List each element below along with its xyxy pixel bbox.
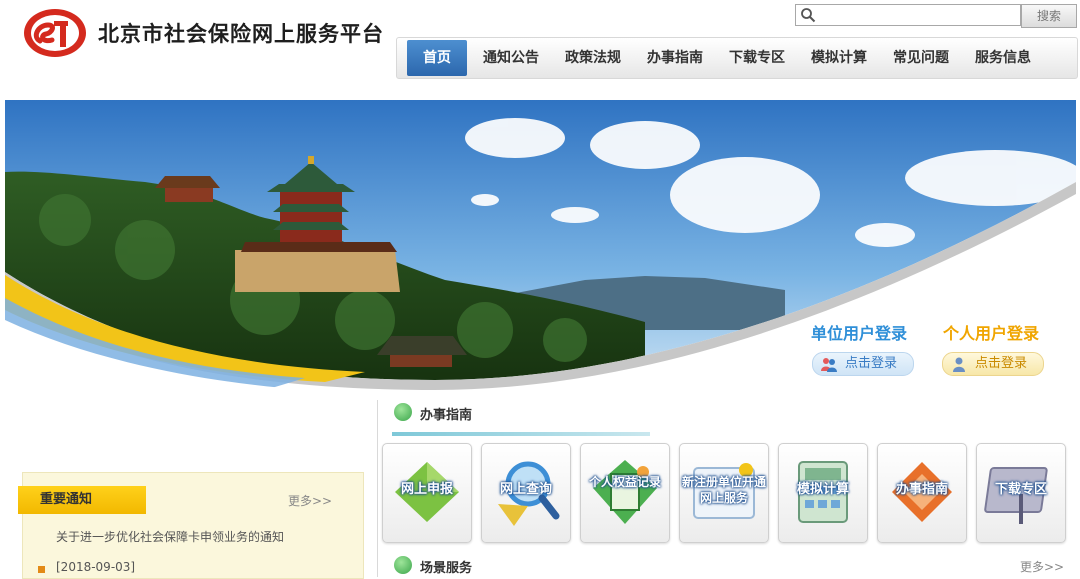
unit-login-title[interactable]: 单位用户登录 — [811, 320, 907, 344]
nav-item-downloads[interactable]: 下载专区 — [717, 40, 797, 76]
search-box — [795, 4, 1021, 26]
notice-tab[interactable]: 重要通知 — [18, 486, 146, 514]
notice-more-link[interactable]: 更多>> — [288, 492, 332, 509]
person-login-button-label: 点击登录 — [975, 356, 1028, 371]
search-icon — [801, 8, 816, 23]
scene-more-link[interactable]: 更多>> — [1020, 558, 1064, 575]
nav-item-calculator[interactable]: 模拟计算 — [799, 40, 879, 76]
search-input[interactable] — [820, 6, 1018, 24]
guide-section-title: 办事指南 — [420, 408, 473, 423]
tile-label: 新注册单位开通网上服务 — [681, 475, 766, 505]
nav-item-guide[interactable]: 办事指南 — [635, 40, 715, 76]
user-icon — [953, 357, 965, 372]
section-bullet-icon — [394, 556, 412, 574]
tile-download-zone[interactable]: 下载专区 — [976, 443, 1066, 543]
tile-online-declare[interactable]: 网上申报 — [382, 443, 472, 543]
notice-bullet-icon — [38, 566, 45, 573]
notice-item-date: [2018-09-03] — [56, 560, 136, 574]
header: 北京市社会保险网上服务平台 搜索 首页 通知公告 政策法规 办事指南 下载专区 … — [0, 0, 1080, 96]
tile-label: 办事指南 — [895, 482, 948, 497]
si-logo[interactable] — [22, 7, 88, 59]
users-icon — [821, 358, 837, 372]
site-title: 北京市社会保险网上服务平台 — [98, 21, 384, 46]
person-login-title[interactable]: 个人用户登录 — [943, 320, 1039, 344]
scene-section-title: 场景服务 — [420, 561, 473, 576]
section-bullet-icon — [394, 403, 412, 421]
tile-label: 网上查询 — [499, 482, 552, 497]
person-login-button[interactable]: 点击登录 — [942, 352, 1044, 376]
tile-label: 模拟计算 — [796, 482, 849, 497]
tile-new-unit-register[interactable]: 新注册单位开通网上服务 — [679, 443, 769, 543]
search-button[interactable]: 搜索 — [1021, 4, 1077, 28]
nav-item-policies[interactable]: 政策法规 — [553, 40, 633, 76]
main-nav: 首页 通知公告 政策法规 办事指南 下载专区 模拟计算 常见问题 服务信息 — [396, 37, 1078, 79]
tile-service-guide[interactable]: 办事指南 — [877, 443, 967, 543]
tile-label: 网上申报 — [400, 482, 453, 497]
tile-label: 个人权益记录 — [588, 475, 661, 489]
unit-login-button-label: 点击登录 — [845, 356, 898, 371]
nav-item-notices[interactable]: 通知公告 — [471, 40, 551, 76]
nav-item-home[interactable]: 首页 — [407, 40, 467, 76]
tile-online-query[interactable]: 网上查询 — [481, 443, 571, 543]
banner-image — [5, 100, 1076, 390]
tile-label: 下载专区 — [994, 482, 1047, 497]
guide-underline — [392, 432, 650, 436]
unit-login-button[interactable]: 点击登录 — [812, 352, 914, 376]
record-icon — [593, 460, 657, 524]
guide-tiles: 网上申报 网上查询 个人权益记录 新注册单位开通网上服务 模拟计算 办事指南 下… — [382, 443, 1075, 543]
section-divider — [377, 400, 378, 577]
tile-personal-record[interactable]: 个人权益记录 — [580, 443, 670, 543]
tile-simulate-calc[interactable]: 模拟计算 — [778, 443, 868, 543]
nav-item-faq[interactable]: 常见问题 — [881, 40, 961, 76]
notice-item-title[interactable]: 关于进一步优化社会保障卡申领业务的通知 — [56, 528, 284, 545]
nav-item-service-info[interactable]: 服务信息 — [963, 40, 1043, 76]
